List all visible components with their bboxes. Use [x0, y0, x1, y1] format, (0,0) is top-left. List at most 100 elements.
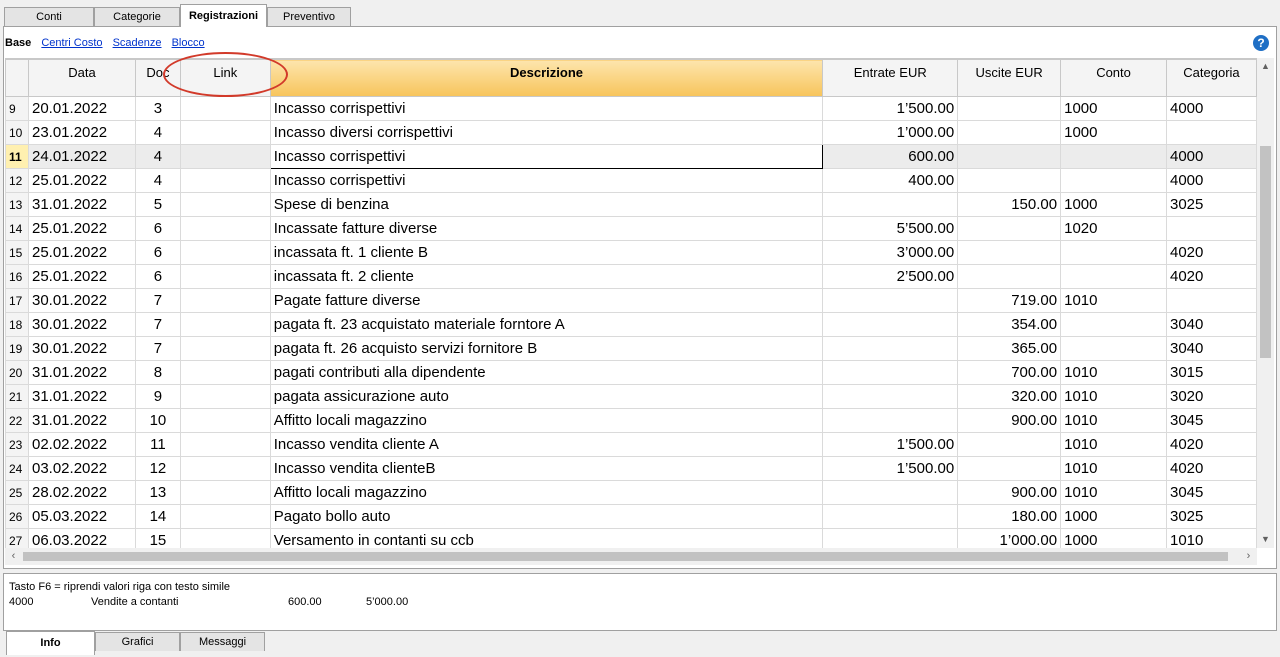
date-cell[interactable]: 28.02.2022	[27, 480, 136, 505]
vertical-scroll-thumb[interactable]	[1260, 146, 1271, 358]
description-cell[interactable]: Incasso vendita clienteB	[269, 456, 824, 481]
description-cell[interactable]: Incasso corrispettivi	[269, 144, 824, 169]
link-cell[interactable]	[179, 360, 271, 385]
doc-cell[interactable]: 5	[134, 192, 181, 217]
doc-cell[interactable]: 3	[134, 96, 181, 121]
description-cell[interactable]: pagata ft. 23 acquistato materiale fornt…	[269, 312, 824, 337]
date-cell[interactable]: 06.03.2022	[27, 528, 136, 549]
entrate-cell[interactable]	[822, 288, 959, 313]
table-row[interactable]: 25 28.02.2022 13 Affitto locali magazzino 90…	[5, 480, 1257, 505]
col-conto[interactable]: Conto	[1060, 59, 1167, 97]
link-cell[interactable]	[179, 168, 271, 193]
link-cell[interactable]	[179, 384, 271, 409]
link-cell[interactable]	[179, 240, 271, 265]
col-categoria[interactable]: Categoria	[1165, 59, 1257, 97]
conto-cell[interactable]: 1010	[1060, 480, 1167, 505]
date-cell[interactable]: 31.01.2022	[27, 384, 136, 409]
conto-cell[interactable]: 1010	[1060, 384, 1167, 409]
link-cell[interactable]	[179, 120, 271, 145]
doc-cell[interactable]: 4	[134, 144, 181, 169]
description-cell[interactable]: pagata ft. 26 acquisto servizi fornitore…	[269, 336, 824, 361]
date-cell[interactable]: 23.01.2022	[27, 120, 136, 145]
entrate-cell[interactable]	[822, 528, 959, 549]
table-row[interactable]: 9 20.01.2022 3 Incasso corrispettivi 1’500.0…	[5, 96, 1257, 121]
link-cell[interactable]	[179, 432, 271, 457]
description-cell[interactable]: Affitto locali magazzino	[269, 408, 824, 433]
conto-cell[interactable]: 1020	[1060, 216, 1167, 241]
date-cell[interactable]: 03.02.2022	[27, 456, 136, 481]
table-row[interactable]: 11 24.01.2022 4 Incasso corrispettivi 600.00…	[5, 144, 1257, 169]
link-cell[interactable]	[179, 264, 271, 289]
uscite-cell[interactable]	[957, 456, 1062, 481]
description-cell[interactable]: Pagato bollo auto	[269, 504, 824, 529]
scroll-left-icon[interactable]: ‹	[5, 548, 22, 565]
categoria-cell[interactable]: 3025	[1165, 192, 1257, 217]
table-row[interactable]: 16 25.01.2022 6 incassata ft. 2 cliente 2’50…	[5, 264, 1257, 289]
date-cell[interactable]: 30.01.2022	[27, 312, 136, 337]
link-cell[interactable]	[179, 96, 271, 121]
uscite-cell[interactable]	[957, 120, 1062, 145]
table-row[interactable]: 22 31.01.2022 10 Affitto locali magazzino 90…	[5, 408, 1257, 433]
entrate-cell[interactable]	[822, 504, 959, 529]
table-row[interactable]: 12 25.01.2022 4 Incasso corrispettivi 400.00…	[5, 168, 1257, 193]
categoria-cell[interactable]	[1165, 120, 1257, 145]
description-cell[interactable]: incassata ft. 1 cliente B	[269, 240, 824, 265]
tab-categorie[interactable]: Categorie	[94, 7, 180, 26]
description-cell[interactable]: Versamento in contanti su ccb	[269, 528, 824, 549]
uscite-cell[interactable]	[957, 216, 1062, 241]
uscite-cell[interactable]: 320.00	[957, 384, 1062, 409]
uscite-cell[interactable]	[957, 264, 1062, 289]
entrate-cell[interactable]	[822, 336, 959, 361]
doc-cell[interactable]: 7	[134, 288, 181, 313]
entrate-cell[interactable]: 1’500.00	[822, 96, 959, 121]
col-doc[interactable]: Doc	[134, 59, 181, 97]
categoria-cell[interactable]: 4020	[1165, 264, 1257, 289]
entrate-cell[interactable]: 5’500.00	[822, 216, 959, 241]
entrate-cell[interactable]	[822, 192, 959, 217]
doc-cell[interactable]: 6	[134, 264, 181, 289]
link-cell[interactable]	[179, 456, 271, 481]
entrate-cell[interactable]: 3’000.00	[822, 240, 959, 265]
date-cell[interactable]: 25.01.2022	[27, 240, 136, 265]
doc-cell[interactable]: 6	[134, 240, 181, 265]
view-blocco[interactable]: Blocco	[172, 37, 205, 49]
categoria-cell[interactable]: 3045	[1165, 408, 1257, 433]
conto-cell[interactable]: 1010	[1060, 360, 1167, 385]
date-cell[interactable]: 31.01.2022	[27, 192, 136, 217]
description-cell[interactable]: Affitto locali magazzino	[269, 480, 824, 505]
link-cell[interactable]	[179, 192, 271, 217]
scroll-up-icon[interactable]: ▲	[1257, 58, 1274, 75]
description-cell[interactable]: incassata ft. 2 cliente	[269, 264, 824, 289]
date-cell[interactable]: 31.01.2022	[27, 408, 136, 433]
categoria-cell[interactable]: 3040	[1165, 312, 1257, 337]
entrate-cell[interactable]	[822, 384, 959, 409]
entrate-cell[interactable]	[822, 408, 959, 433]
conto-cell[interactable]: 1010	[1060, 408, 1167, 433]
link-cell[interactable]	[179, 504, 271, 529]
description-cell[interactable]: Spese di benzina	[269, 192, 824, 217]
link-cell[interactable]	[179, 528, 271, 549]
categoria-cell[interactable]: 4020	[1165, 240, 1257, 265]
entrate-cell[interactable]	[822, 312, 959, 337]
date-cell[interactable]: 05.03.2022	[27, 504, 136, 529]
date-cell[interactable]: 25.01.2022	[27, 216, 136, 241]
conto-cell[interactable]: 1000	[1060, 96, 1167, 121]
tab-preventivo[interactable]: Preventivo	[267, 7, 351, 26]
uscite-cell[interactable]	[957, 96, 1062, 121]
table-row[interactable]: 17 30.01.2022 7 Pagate fatture diverse 719.0…	[5, 288, 1257, 313]
date-cell[interactable]: 02.02.2022	[27, 432, 136, 457]
conto-cell[interactable]: 1010	[1060, 432, 1167, 457]
conto-cell[interactable]: 1000	[1060, 528, 1167, 549]
table-row[interactable]: 21 31.01.2022 9 pagata assicurazione auto 32…	[5, 384, 1257, 409]
description-cell[interactable]: Incasso corrispettivi	[269, 168, 824, 193]
horizontal-scroll-thumb[interactable]	[23, 552, 1228, 561]
view-base[interactable]: Base	[5, 37, 31, 49]
link-cell[interactable]	[179, 312, 271, 337]
doc-cell[interactable]: 7	[134, 336, 181, 361]
conto-cell[interactable]: 1000	[1060, 192, 1167, 217]
table-row[interactable]: 27 06.03.2022 15 Versamento in contanti su …	[5, 528, 1257, 549]
categoria-cell[interactable]: 3020	[1165, 384, 1257, 409]
doc-cell[interactable]: 4	[134, 168, 181, 193]
entrate-cell[interactable]: 2’500.00	[822, 264, 959, 289]
table-row[interactable]: 19 30.01.2022 7 pagata ft. 26 acquisto serv…	[5, 336, 1257, 361]
